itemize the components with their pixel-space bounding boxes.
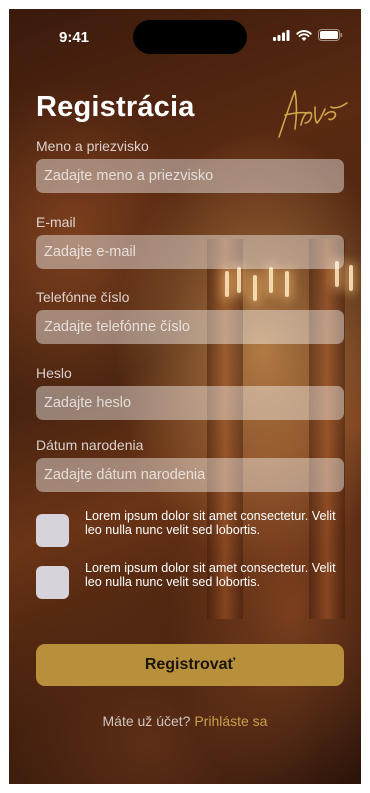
name-label: Meno a priezvisko [36, 138, 149, 154]
status-bar: 9:41 [9, 9, 361, 57]
password-label: Heslo [36, 365, 72, 381]
consent-text: Lorem ipsum dolor sit amet consectetur. … [85, 561, 336, 589]
status-icons [273, 29, 343, 41]
phone-label: Telefónne číslo [36, 289, 130, 305]
consent-checkbox[interactable] [36, 566, 69, 599]
name-input[interactable] [36, 159, 344, 193]
dynamic-island [133, 20, 247, 54]
birthdate-input[interactable] [36, 458, 344, 492]
email-input[interactable] [36, 235, 344, 269]
background-candle [237, 267, 241, 293]
birthdate-label: Dátum narodenia [36, 437, 144, 453]
status-time: 9:41 [59, 29, 90, 46]
page-title: Registrácia [36, 91, 195, 123]
brand-signature-logo [278, 90, 348, 138]
register-button[interactable]: Registrovať [36, 644, 344, 686]
consent-row: Lorem ipsum dolor sit amet consectetur. … [36, 561, 344, 607]
background-candle [269, 267, 273, 293]
wifi-icon [296, 29, 312, 41]
battery-icon [318, 29, 343, 41]
password-input[interactable] [36, 386, 344, 420]
background-candle [253, 275, 257, 301]
background-candle [225, 271, 229, 297]
consent-checkbox[interactable] [36, 514, 69, 547]
background-candle [349, 265, 353, 291]
login-prompt-line: Máte už účet? Prihláste sa [9, 713, 361, 729]
cellular-signal-icon [273, 29, 290, 41]
consent-text: Lorem ipsum dolor sit amet consectetur. … [85, 509, 336, 537]
phone-screen: 9:41 Registrácia Meno a priezvisko Zadaj… [9, 9, 361, 784]
login-prompt-text: Máte už účet? [102, 713, 191, 729]
phone-input[interactable] [36, 310, 344, 344]
consent-row: Lorem ipsum dolor sit amet consectetur. … [36, 509, 344, 555]
login-link[interactable]: Prihláste sa [194, 713, 267, 729]
background-candle [285, 271, 289, 297]
email-label: E-mail [36, 214, 76, 230]
